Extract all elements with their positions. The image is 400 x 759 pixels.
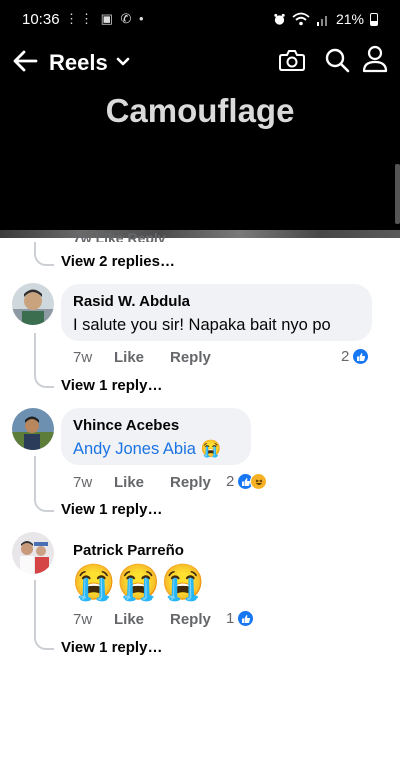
camera-icon[interactable]: [278, 46, 306, 74]
video-title: Camouflage: [105, 92, 295, 129]
like-button[interactable]: Like: [114, 474, 170, 491]
comment-bubble[interactable]: Vhince Acebes Andy Jones Abia 😭: [61, 408, 251, 465]
reaction-count: 1: [226, 610, 235, 627]
thread-line: [34, 490, 54, 512]
mentioned-user-link[interactable]: Andy Jones Abia: [73, 440, 196, 458]
reaction-summary[interactable]: 2: [341, 348, 370, 365]
thread-line: [34, 628, 54, 650]
page-title[interactable]: Reels: [49, 50, 108, 76]
like-reaction-icon: [352, 348, 370, 365]
profile-icon[interactable]: [362, 45, 388, 73]
alarm-icon: [274, 13, 285, 25]
comment-actions: 7w Like Reply: [73, 349, 211, 366]
comment-author[interactable]: Vhince Acebes: [73, 416, 239, 435]
comment-actions: 7w Like Reply: [73, 611, 211, 628]
reels-header: Reels: [0, 38, 400, 86]
thread-line: [34, 366, 54, 388]
comment-author[interactable]: Patrick Parreño: [73, 541, 184, 560]
view-replies-link[interactable]: View 1 reply…: [61, 639, 162, 656]
view-replies-link[interactable]: View 1 reply…: [61, 377, 162, 394]
comment-text: I salute you sir! Napaka bait nyo po: [73, 316, 331, 334]
reaction-summary[interactable]: 2: [226, 473, 268, 490]
scrollbar[interactable]: [395, 164, 400, 224]
battery-percent: 21%: [335, 11, 364, 27]
thread-line: [34, 242, 54, 266]
like-button[interactable]: Like: [114, 611, 170, 628]
reply-button[interactable]: Reply: [170, 349, 211, 366]
chevron-down-icon[interactable]: [116, 56, 130, 68]
reaction-count: 2: [226, 473, 235, 490]
comment-bubble[interactable]: Rasid W. Abdula I salute you sir! Napaka…: [61, 284, 372, 341]
reaction-summary[interactable]: 1: [226, 610, 255, 627]
status-bar: 10:36 ⋮⋮ ▣ ✆ • 21%: [0, 0, 400, 38]
reaction-count: 2: [341, 348, 350, 365]
comment-author[interactable]: Rasid W. Abdula: [73, 292, 360, 311]
comment-actions: 7w Like Reply: [73, 474, 211, 491]
haha-reaction-icon: [250, 473, 268, 490]
view-replies-link[interactable]: View 2 replies…: [61, 253, 175, 270]
like-reaction-icon: [237, 610, 255, 627]
notification-icons: ⋮⋮ ▣ ✆ •: [65, 11, 146, 26]
signal-icon: [316, 15, 327, 26]
battery-icon: [370, 12, 378, 26]
comment-time: 7w: [73, 611, 93, 628]
back-arrow-icon[interactable]: [12, 48, 38, 74]
view-replies-link[interactable]: View 1 reply…: [61, 501, 162, 518]
like-button[interactable]: Like: [114, 349, 170, 366]
emoji-comment: 😭😭😭: [72, 563, 206, 602]
comment-time: 7w: [73, 474, 93, 491]
avatar[interactable]: [12, 408, 54, 450]
wifi-icon: [292, 12, 310, 26]
status-right: 21%: [273, 11, 378, 27]
status-time: 10:36: [22, 11, 60, 28]
comment-time: 7w: [73, 349, 93, 366]
comments-sheet: 7w Like Reply View 2 replies… Rasid W. A…: [0, 230, 400, 759]
search-icon[interactable]: [323, 46, 351, 74]
reel-video[interactable]: Camouflage: [0, 86, 400, 236]
avatar[interactable]: [12, 532, 54, 574]
previous-comment-meta: 7w Like Reply: [73, 230, 166, 242]
peek-strip: [0, 230, 400, 238]
reply-button[interactable]: Reply: [170, 611, 211, 628]
reply-button[interactable]: Reply: [170, 474, 211, 491]
comment-text: Andy Jones Abia 😭: [73, 437, 239, 461]
crying-emoji: 😭: [200, 440, 222, 458]
avatar[interactable]: [12, 283, 54, 325]
